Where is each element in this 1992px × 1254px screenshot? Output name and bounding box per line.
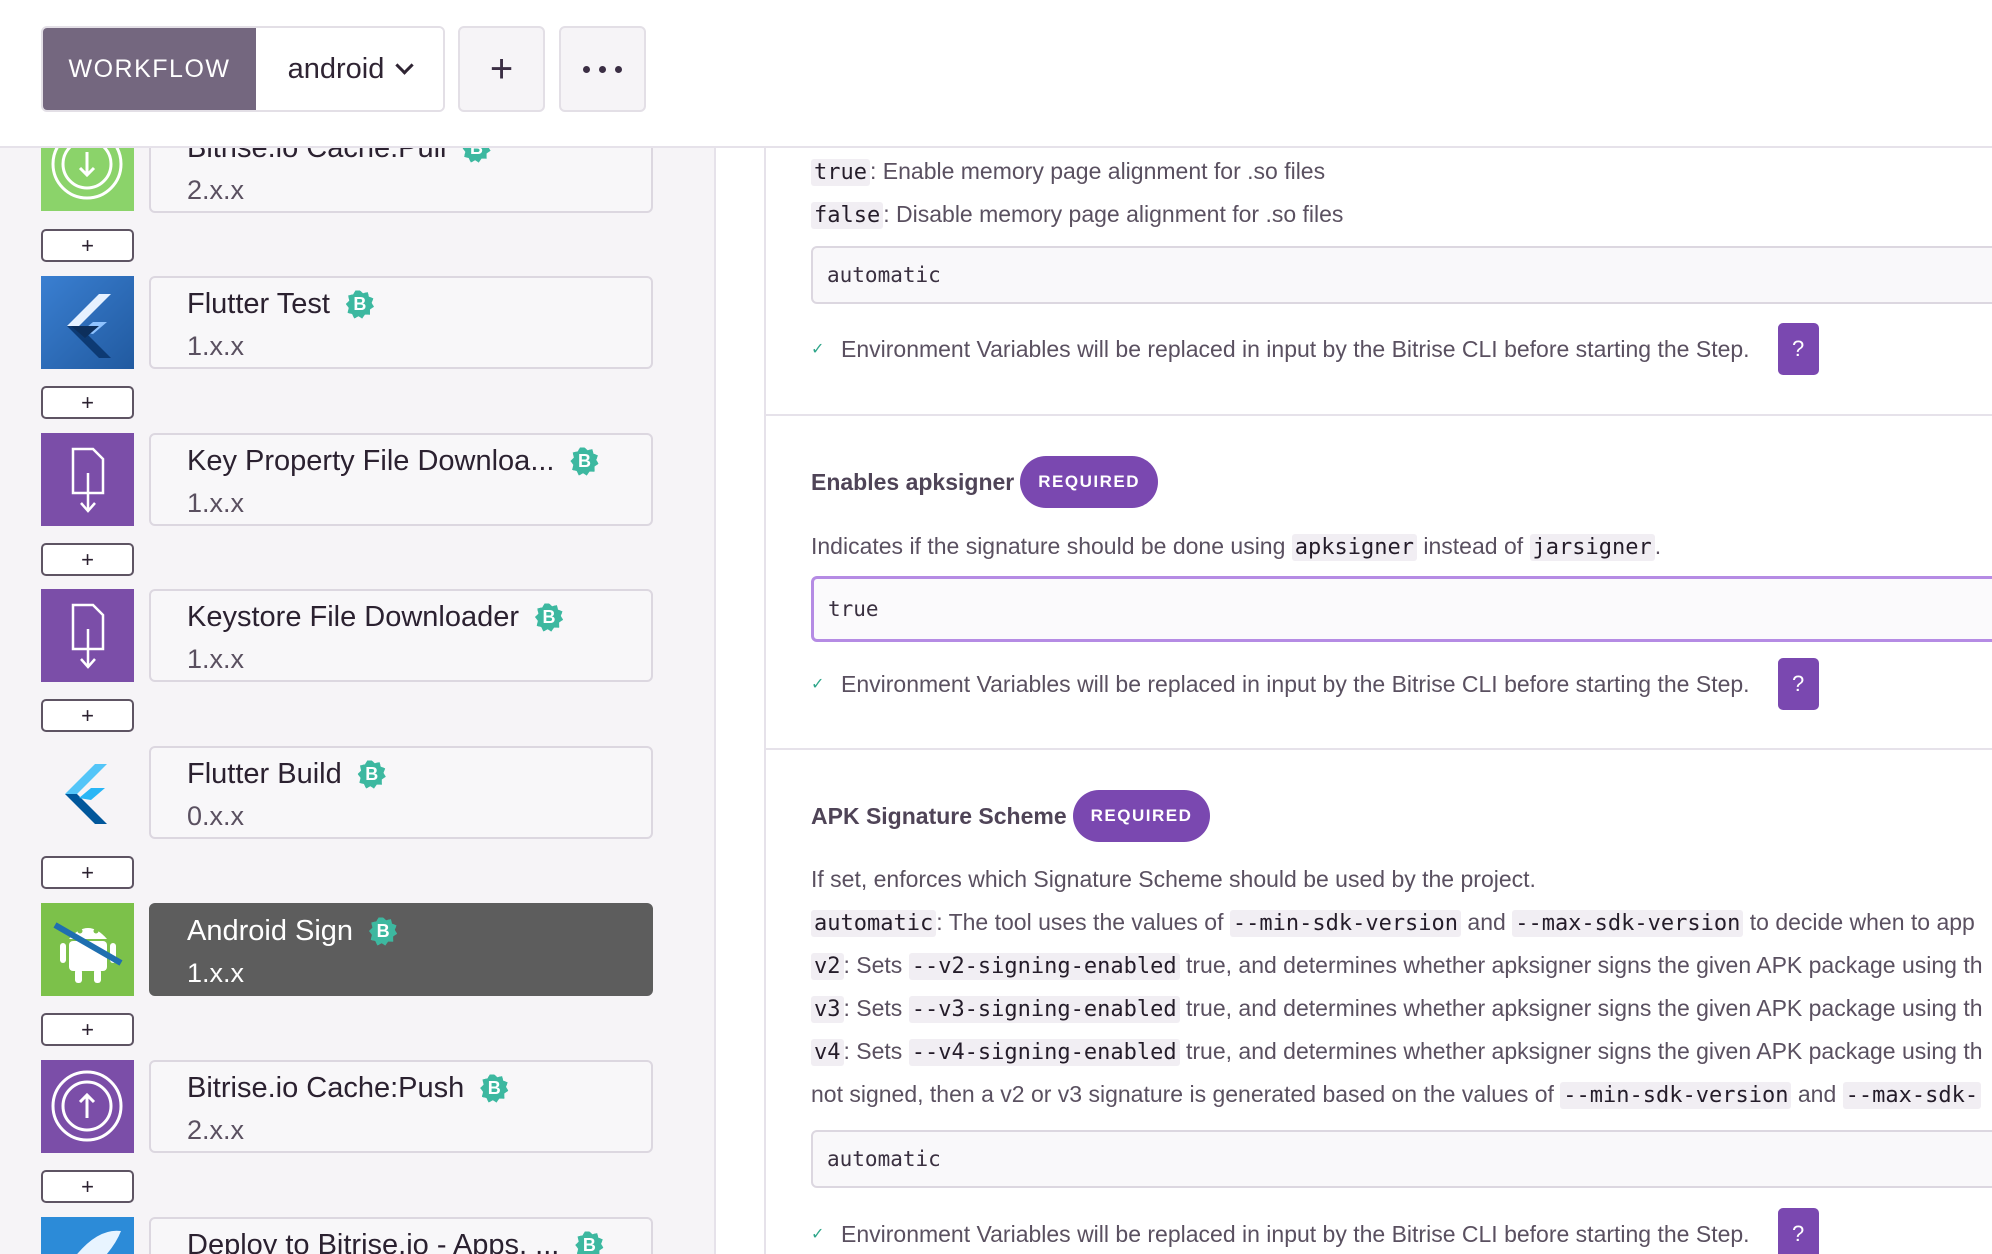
option-description: v3: Sets --v3-signing-enabled true, and … xyxy=(811,995,1983,1023)
more-dots-icon xyxy=(583,65,622,73)
workflow-dropdown[interactable]: android xyxy=(256,28,443,110)
option-description: false: Disable memory page alignment for… xyxy=(811,201,1343,229)
flutter-icon xyxy=(41,746,134,839)
step-title: Keystore File Downloader xyxy=(187,601,520,633)
add-workflow-button[interactable]: + xyxy=(458,26,545,112)
step-title: Flutter Build xyxy=(187,758,342,790)
step-card-deploy[interactable]: Deploy to Bitrise.io - Apps, ... B xyxy=(149,1217,653,1254)
more-options-button[interactable] xyxy=(559,26,646,112)
check-icon: ✓ xyxy=(811,341,825,358)
section-divider xyxy=(766,748,1992,750)
add-step-button[interactable]: + xyxy=(41,699,134,732)
check-icon: ✓ xyxy=(811,676,825,693)
env-var-note: ✓ Environment Variables will be replaced… xyxy=(811,1208,1819,1254)
page-alignment-input[interactable]: automatic xyxy=(811,246,1992,304)
step-card-key-property-file-downloader[interactable]: Key Property File Downloa... B 1.x.x xyxy=(149,433,653,526)
help-button[interactable]: ? xyxy=(1777,658,1819,710)
option-description: automatic: The tool uses the values of -… xyxy=(811,909,1975,937)
step-title: Key Property File Downloa... xyxy=(187,445,555,477)
bitrise-verified-badge-icon: B xyxy=(461,148,493,165)
step-version: 2.x.x xyxy=(187,1115,245,1145)
option-description: not signed, then a v2 or v3 signature is… xyxy=(811,1081,1982,1109)
step-inputs-panel: true: Enable memory page alignment for .… xyxy=(766,148,1992,1254)
step-version: 1.x.x xyxy=(187,644,245,674)
env-var-note: ✓ Environment Variables will be replaced… xyxy=(811,323,1819,375)
deploy-icon xyxy=(41,1217,134,1254)
bitrise-verified-badge-icon: B xyxy=(573,1230,605,1254)
bitrise-verified-badge-icon: B xyxy=(367,916,399,948)
bitrise-verified-badge-icon: B xyxy=(568,446,600,478)
bitrise-verified-badge-icon: B xyxy=(356,759,388,791)
top-bar: WORKFLOW android + xyxy=(0,0,1992,148)
step-title: Bitrise.io Cache:Push xyxy=(187,1072,465,1104)
panel-divider xyxy=(716,148,766,1254)
android-icon xyxy=(41,903,134,996)
add-step-button[interactable]: + xyxy=(41,1170,134,1203)
step-version: 2.x.x xyxy=(187,175,245,205)
section-divider xyxy=(766,414,1992,416)
env-var-note: ✓ Environment Variables will be replaced… xyxy=(811,658,1819,710)
workflow-label: WORKFLOW xyxy=(43,28,256,110)
file-download-icon xyxy=(41,433,134,526)
step-version: 1.x.x xyxy=(187,958,245,988)
bitrise-verified-badge-icon: B xyxy=(478,1073,510,1105)
workflow-selector-group: WORKFLOW android xyxy=(41,26,445,112)
signature-scheme-input[interactable]: automatic xyxy=(811,1130,1992,1188)
input-title-signature-scheme: APK Signature Scheme REQUIRED xyxy=(811,790,1211,842)
step-title: Deploy to Bitrise.io - Apps, ... xyxy=(187,1229,560,1254)
step-title: Android Sign xyxy=(187,915,354,947)
upload-circle-icon xyxy=(41,1060,134,1153)
add-step-button[interactable]: + xyxy=(41,856,134,889)
step-card-flutter-test[interactable]: Flutter Test B 1.x.x xyxy=(149,276,653,369)
step-version: 0.x.x xyxy=(187,801,245,831)
bitrise-verified-badge-icon: B xyxy=(533,602,565,634)
step-card-android-sign[interactable]: Android Sign B 1.x.x xyxy=(149,903,653,996)
add-step-button[interactable]: + xyxy=(41,543,134,576)
add-step-button[interactable]: + xyxy=(41,1013,134,1046)
required-badge: REQUIRED xyxy=(1020,456,1158,508)
step-version: 1.x.x xyxy=(187,331,245,361)
input-description: Indicates if the signature should be don… xyxy=(811,533,1662,561)
add-step-button[interactable]: + xyxy=(41,386,134,419)
step-version: 1.x.x xyxy=(187,488,245,518)
help-button[interactable]: ? xyxy=(1777,1208,1819,1254)
step-title: Bitrise.io Cache:Pull xyxy=(187,148,447,164)
download-circle-icon xyxy=(41,148,134,211)
plus-icon: + xyxy=(489,46,514,91)
required-badge: REQUIRED xyxy=(1072,790,1211,842)
input-description: If set, enforces which Signature Scheme … xyxy=(811,866,1536,892)
add-step-button[interactable]: + xyxy=(41,229,134,262)
flutter-icon xyxy=(41,276,134,369)
step-card-cache-push[interactable]: Bitrise.io Cache:Push B 2.x.x xyxy=(149,1060,653,1153)
apksigner-input[interactable]: true xyxy=(811,576,1992,642)
help-button[interactable]: ? xyxy=(1777,323,1819,375)
file-download-icon xyxy=(41,589,134,682)
bitrise-verified-badge-icon: B xyxy=(344,289,376,321)
check-icon: ✓ xyxy=(811,1226,825,1243)
step-card-cache-pull[interactable]: Bitrise.io Cache:Pull B 2.x.x xyxy=(149,148,653,213)
step-card-keystore-file-downloader[interactable]: Keystore File Downloader B 1.x.x xyxy=(149,589,653,682)
option-description: true: Enable memory page alignment for .… xyxy=(811,158,1325,186)
option-description: v4: Sets --v4-signing-enabled true, and … xyxy=(811,1038,1983,1066)
step-title: Flutter Test xyxy=(187,288,330,320)
input-title-apksigner: Enables apksigner REQUIRED xyxy=(811,456,1158,508)
chevron-down-icon xyxy=(395,55,415,75)
step-card-flutter-build[interactable]: Flutter Build B 0.x.x xyxy=(149,746,653,839)
option-description: v2: Sets --v2-signing-enabled true, and … xyxy=(811,952,1983,980)
workflow-selected-value: android xyxy=(287,52,385,85)
workflow-steps-panel: Bitrise.io Cache:Pull B 2.x.x + Flutter T… xyxy=(0,148,716,1254)
